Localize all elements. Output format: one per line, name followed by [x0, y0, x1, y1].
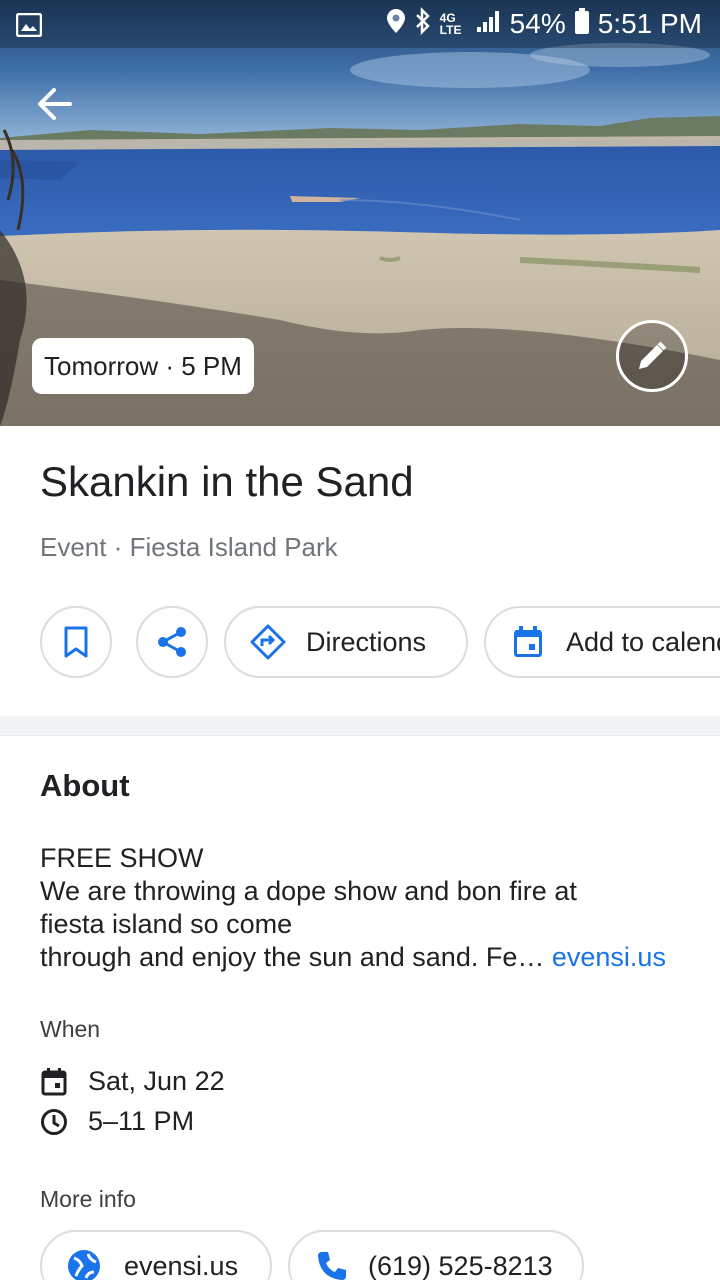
- event-time: 5–11 PM: [88, 1106, 195, 1136]
- phone-icon: [316, 1250, 348, 1280]
- website-button[interactable]: evensi.us: [40, 1230, 272, 1280]
- back-arrow-icon: [38, 88, 72, 120]
- about-line: through and enjoy the sun and sand. Fe… …: [40, 941, 700, 974]
- about-line: fiesta island so come: [40, 909, 293, 939]
- status-time: 5:51 PM: [597, 8, 702, 39]
- event-time-chip: Tomorrow · 5 PM: [32, 338, 254, 394]
- calendar-icon: [512, 625, 544, 659]
- more-info-heading: More info: [40, 1186, 136, 1212]
- action-chips: Directions Add to calendar: [40, 606, 720, 678]
- pencil-icon: [639, 341, 667, 369]
- back-button[interactable]: [34, 84, 78, 124]
- about-line: We are throwing a dope show and bon fire…: [40, 876, 577, 906]
- about-line: FREE SHOW: [40, 843, 204, 873]
- event-time-row: 5–11 PM: [40, 1106, 194, 1137]
- battery-percent: 54%: [509, 8, 566, 39]
- share-icon: [158, 627, 186, 657]
- when-heading: When: [40, 1016, 101, 1042]
- hero-photo[interactable]: 4G LTE 54% 5:51 PM Tomorrow · 5 PM: [0, 0, 720, 426]
- add-to-calendar-button[interactable]: Add to calendar: [484, 606, 720, 678]
- event-title: Skankin in the Sand: [40, 458, 414, 505]
- status-bar: 4G LTE 54% 5:51 PM: [0, 0, 720, 48]
- about-heading: About: [40, 768, 130, 803]
- directions-label: Directions: [306, 626, 427, 657]
- about-line-text: through and enjoy the sun and sand. Fe…: [40, 942, 545, 972]
- location-icon: [386, 8, 406, 41]
- share-button[interactable]: [136, 606, 208, 678]
- add-to-calendar-label: Add to calendar: [566, 626, 720, 657]
- signal-icon: [476, 8, 502, 40]
- clock-icon: [40, 1108, 68, 1136]
- event-date: Sat, Jun 22: [88, 1066, 225, 1096]
- image-icon: [15, 12, 43, 44]
- battery-icon: [574, 7, 590, 42]
- edit-button[interactable]: [616, 320, 688, 392]
- bluetooth-icon: [414, 6, 432, 42]
- section-divider: [0, 716, 720, 736]
- network-type: 4G LTE: [439, 11, 462, 37]
- globe-icon: [66, 1248, 102, 1280]
- about-description: FREE SHOW We are throwing a dope show an…: [40, 842, 700, 974]
- more-info-chips: evensi.us (619) 525-8213: [40, 1230, 720, 1280]
- directions-icon: [250, 624, 286, 660]
- phone-label: (619) 525-8213: [368, 1250, 553, 1280]
- calendar-icon: [40, 1067, 68, 1096]
- phone-button[interactable]: (619) 525-8213: [288, 1230, 584, 1280]
- bookmark-icon: [64, 626, 88, 658]
- save-button[interactable]: [40, 606, 112, 678]
- website-label: evensi.us: [124, 1250, 239, 1280]
- about-source-link[interactable]: evensi.us: [552, 942, 666, 972]
- directions-button[interactable]: Directions: [224, 606, 468, 678]
- event-date-row: Sat, Jun 22: [40, 1066, 225, 1097]
- event-subtitle: Event · Fiesta Island Park: [40, 532, 338, 562]
